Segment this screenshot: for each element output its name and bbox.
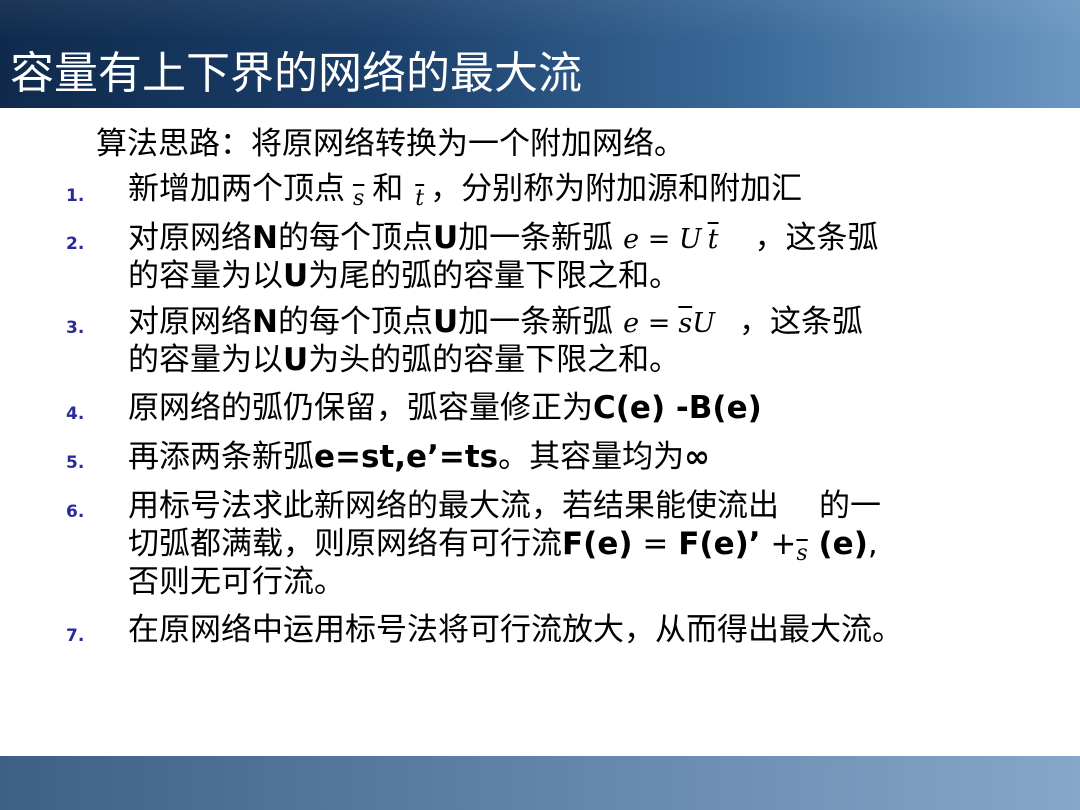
step-text-bold: e=st,e’=ts — [314, 439, 499, 475]
step-text-part: + — [760, 526, 797, 562]
math-formula: e = — [623, 308, 671, 339]
step-text-line2: 的容量为以U为尾的弧的容量下限之和。 — [128, 257, 1028, 295]
step-text-line3: 否则无可行流。 — [128, 564, 345, 600]
step-text-part: 对原网络 — [128, 304, 252, 340]
math-formula-overline: s — [678, 308, 693, 339]
step-number: 2. — [66, 234, 85, 254]
step-text: 原网络的弧仍保留，弧容量修正为C(e) -B(e) — [128, 389, 1028, 427]
step-text-part: = — [632, 526, 679, 562]
step-text-part: 和 — [372, 171, 404, 207]
step-text-part: ，分别称为附加源和附加汇 — [430, 171, 803, 207]
step-text-part: 为头的弧的容量下限之和。 — [308, 342, 681, 378]
step-text-bold: U — [283, 258, 309, 294]
step-text-part: 的每个顶点 — [277, 304, 433, 340]
step-text: 在原网络中运用标号法将可行流放大，从而得出最大流。 — [128, 612, 903, 648]
step-text-part: 。其容量均为 — [498, 439, 685, 475]
step-text-part: 的一 — [819, 488, 881, 524]
step-number: 6. — [66, 502, 85, 522]
step-text-line2: 的容量为以U为头的弧的容量下限之和。 — [128, 341, 1028, 379]
step-text-bold: C(e) -B(e) — [593, 390, 762, 426]
step-text-part: , — [867, 526, 878, 562]
step-number: 4. — [66, 404, 85, 424]
step-text-part: 为尾的弧的容量下限之和。 — [308, 258, 681, 294]
step-text-bold: F(e)’ — [678, 526, 761, 562]
step-text-part: ，这条弧 — [738, 304, 863, 340]
title-sheen — [0, 0, 1080, 40]
step-text: 用标号法求此新网络的最大流，若结果能使流出 的一 — [128, 487, 1028, 525]
step-text-bold: F(e) — [562, 526, 633, 562]
step-text-bold: U — [283, 342, 309, 378]
step-text-part: 切弧都满载，则原网络有可行流 — [128, 526, 562, 562]
step-text-part: 新增加两个顶点 — [128, 171, 345, 207]
title-bar: 容量有上下界的网络的最大流 — [0, 0, 1080, 108]
step-text-bold: N — [252, 220, 278, 256]
step-text-part: 对原网络 — [128, 220, 252, 256]
step-number: 5. — [66, 453, 85, 473]
step-text-part: 加一条新弧 — [458, 304, 614, 340]
step-text-part: 的容量为以 — [128, 258, 283, 294]
step-text-bold: (e) — [807, 526, 868, 562]
step-text-part: 加一条新弧 — [458, 220, 614, 256]
math-formula: e = U — [623, 224, 702, 255]
step-number: 1. — [66, 186, 85, 206]
footer-bar — [0, 756, 1080, 810]
math-formula-overline: t — [707, 224, 719, 255]
step-text-bold: U — [432, 220, 459, 256]
step-text-part: 再添两条新弧 — [128, 439, 314, 475]
step-number: 7. — [66, 626, 85, 646]
infinity-symbol: ∞ — [684, 439, 710, 475]
step-text-bold: N — [252, 304, 278, 340]
step-text-part: 原网络的弧仍保留，弧容量修正为 — [128, 390, 593, 426]
math-var-s: s — [353, 186, 365, 211]
step-number: 3. — [66, 318, 85, 338]
step-text: 再添两条新弧e=st,e’=ts。其容量均为∞ — [128, 438, 1028, 476]
step-text: 对原网络N的每个顶点U加一条新弧 e = Ut ，这条弧 — [128, 219, 1028, 259]
step-text: 新增加两个顶点 s 和 t ，分别称为附加源和附加汇 — [128, 170, 1028, 218]
math-formula: U — [692, 308, 715, 339]
step-text: 对原网络N的每个顶点U加一条新弧 e = sU ，这条弧 — [128, 303, 1028, 343]
step-text-part: 的每个顶点 — [277, 220, 433, 256]
step-text-part: 的容量为以 — [128, 342, 283, 378]
step-text-part: 用标号法求此新网络的最大流，若结果能使流出 — [128, 488, 779, 524]
intro-text: 算法思路：将原网络转换为一个附加网络。 — [96, 126, 685, 162]
step-text-bold: U — [432, 304, 459, 340]
step-text-part: ，这条弧 — [754, 220, 879, 256]
page-title: 容量有上下界的网络的最大流 — [10, 48, 582, 99]
math-var-t: t — [415, 186, 425, 211]
